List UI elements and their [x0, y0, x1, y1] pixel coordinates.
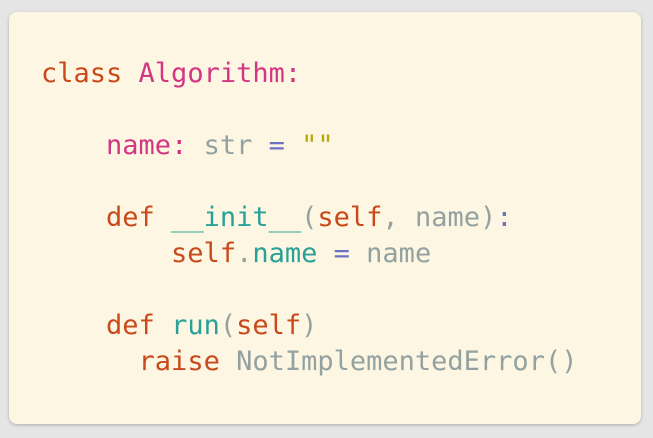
- code-token-punctuation: ,: [382, 202, 415, 233]
- code-line: class Algorithm:: [41, 57, 301, 91]
- code-token-keyword: def: [106, 202, 155, 233]
- code-token-punctuation: .: [236, 238, 253, 269]
- code-token-function: name: [252, 238, 318, 269]
- code-line: raise NotImplementedError(): [41, 345, 578, 379]
- code-token-punctuation: (: [301, 202, 318, 233]
- code-token-class-name: Algorithm: [138, 58, 285, 89]
- code-token-punctuation: ): [479, 202, 497, 233]
- code-token-punctuation: ): [301, 310, 318, 341]
- code-token-keyword: def: [106, 310, 155, 341]
- code-token-function: __init__: [171, 202, 302, 233]
- code-token-keyword: self: [236, 310, 302, 341]
- code-token-identifier: name: [366, 238, 432, 269]
- code-token-builtin: NotImplementedError: [236, 346, 545, 377]
- code-token-operator: =: [268, 130, 285, 161]
- code-token-keyword: self: [317, 202, 383, 233]
- code-line: self.name = name: [41, 237, 431, 271]
- code-line: def run(self): [41, 309, 317, 343]
- code-token-operator: =: [333, 238, 350, 269]
- code-token-attribute: name: [106, 130, 172, 161]
- code-token-attribute: :: [171, 130, 188, 161]
- code-token-operator: :: [496, 202, 513, 233]
- code-token-string: "": [301, 130, 334, 161]
- code-token-keyword: self: [171, 238, 237, 269]
- code-token-builtin: str: [203, 130, 253, 161]
- code-snippet-card: class Algorithm: name: str = "" def __in…: [9, 12, 641, 424]
- code-token-keyword: class: [41, 58, 123, 89]
- code-token-punctuation: (: [219, 310, 237, 341]
- code-block: class Algorithm: name: str = "" def __in…: [41, 12, 577, 377]
- code-token-punctuation: (): [544, 346, 578, 377]
- code-token-identifier: name: [414, 202, 480, 233]
- code-token-function: run: [171, 310, 220, 341]
- code-line: name: str = "": [41, 129, 334, 163]
- code-token-keyword: raise: [138, 346, 220, 377]
- code-line: def __init__(self, name):: [41, 201, 513, 235]
- code-token-class-name: :: [284, 58, 302, 89]
